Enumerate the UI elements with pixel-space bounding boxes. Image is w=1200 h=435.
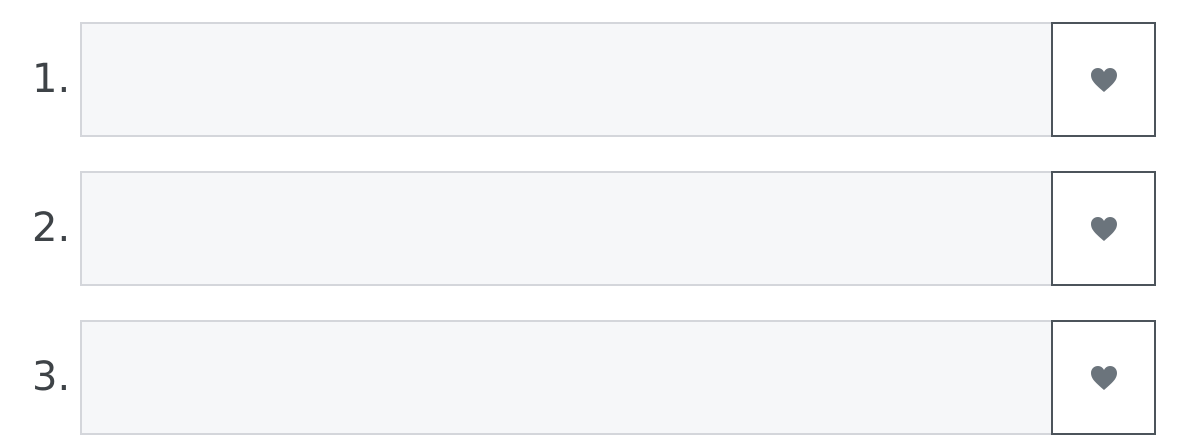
heart-icon <box>1090 216 1117 241</box>
item-input[interactable] <box>80 171 1052 286</box>
heart-icon <box>1090 67 1117 92</box>
item-number: 2. <box>32 205 71 251</box>
list-item: 3. <box>0 320 1200 435</box>
item-input[interactable] <box>80 320 1052 435</box>
favorite-button[interactable] <box>1051 320 1156 435</box>
favorites-list: 1. 2. 3. <box>0 0 1200 435</box>
item-number: 1. <box>32 56 71 102</box>
favorite-button[interactable] <box>1051 171 1156 286</box>
item-number: 3. <box>32 354 71 400</box>
list-item: 1. <box>0 22 1200 137</box>
list-item: 2. <box>0 171 1200 286</box>
item-input[interactable] <box>80 22 1052 137</box>
heart-icon <box>1090 365 1117 390</box>
favorite-button[interactable] <box>1051 22 1156 137</box>
